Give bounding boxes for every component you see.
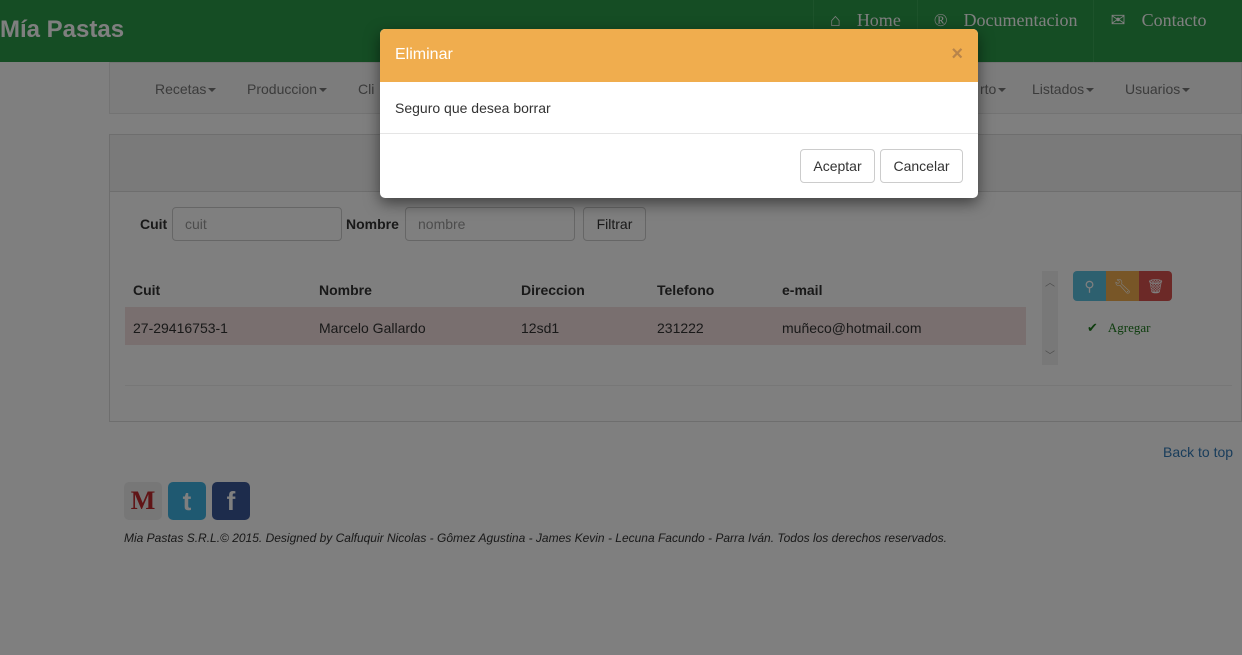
modal-title: Eliminar	[395, 46, 453, 63]
close-icon[interactable]: ×	[951, 43, 963, 66]
modal-message: Seguro que desea borrar	[380, 82, 978, 134]
delete-modal: Eliminar × Seguro que desea borrar Acept…	[380, 29, 978, 198]
modal-header: Eliminar	[380, 29, 978, 82]
cancel-button[interactable]: Cancelar	[880, 149, 963, 183]
accept-button[interactable]: Aceptar	[800, 149, 875, 183]
